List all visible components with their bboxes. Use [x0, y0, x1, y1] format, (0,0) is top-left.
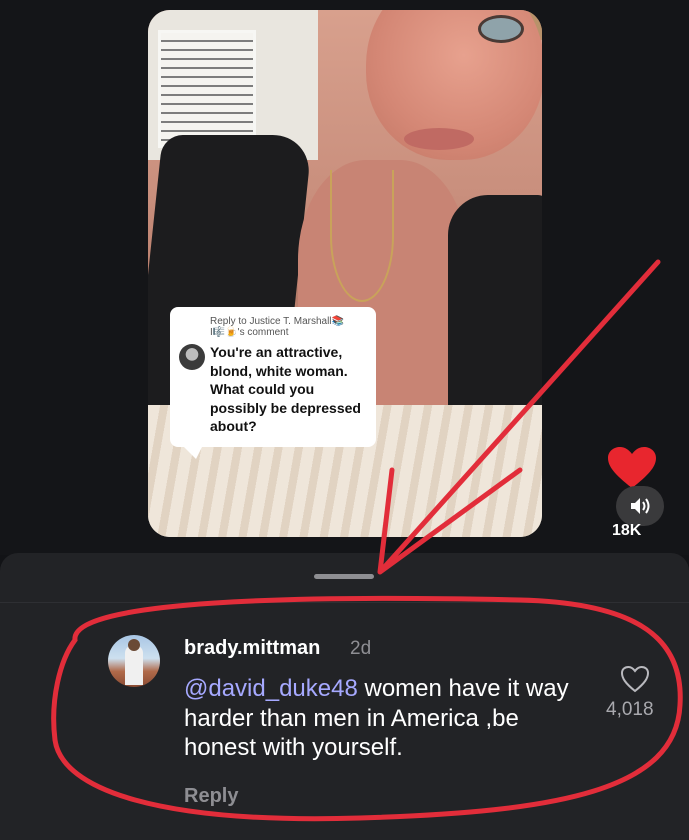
top-strap-right	[448, 195, 542, 435]
commenter-avatar	[179, 344, 205, 370]
avatar-head	[128, 639, 140, 651]
reply-button[interactable]: Reply	[184, 785, 238, 808]
speaker-icon	[631, 498, 650, 514]
comment-like-count: 4,018	[606, 699, 654, 720]
sheet-divider	[0, 602, 689, 603]
avatar-person	[125, 645, 143, 685]
like-count: 18K	[612, 522, 642, 539]
video-area[interactable]: Reply to Justice T. Marshall📚 I🎼🍺's comm…	[0, 0, 689, 555]
sheet-drag-handle[interactable]	[314, 574, 374, 579]
heart-icon[interactable]	[606, 446, 658, 490]
person-lips	[404, 128, 474, 150]
window-shutter	[158, 30, 256, 148]
reply-to-label: Reply to Justice T. Marshall📚 I🎼🍺's comm…	[210, 316, 344, 338]
comment-like-heart-icon[interactable]	[620, 665, 650, 693]
video-frame[interactable]: Reply to Justice T. Marshall📚 I🎼🍺's comm…	[148, 10, 542, 537]
comment-text: @david_duke48 women have it way harder t…	[184, 674, 584, 763]
necklace	[330, 170, 394, 302]
reply-comment-bubble: Reply to Justice T. Marshall📚 I🎼🍺's comm…	[170, 307, 376, 459]
comments-sheet: brady.mittman 2d @david_duke48 women hav…	[0, 553, 689, 840]
avatar[interactable]	[108, 635, 160, 687]
comment-username[interactable]: brady.mittman	[184, 637, 320, 660]
quoted-comment-text: You're an attractive, blond, white woman…	[210, 344, 361, 434]
sound-button[interactable]	[616, 486, 664, 526]
person-eye	[478, 15, 524, 43]
mention-link[interactable]: @david_duke48	[184, 675, 358, 702]
comment-timestamp: 2d	[350, 638, 372, 659]
